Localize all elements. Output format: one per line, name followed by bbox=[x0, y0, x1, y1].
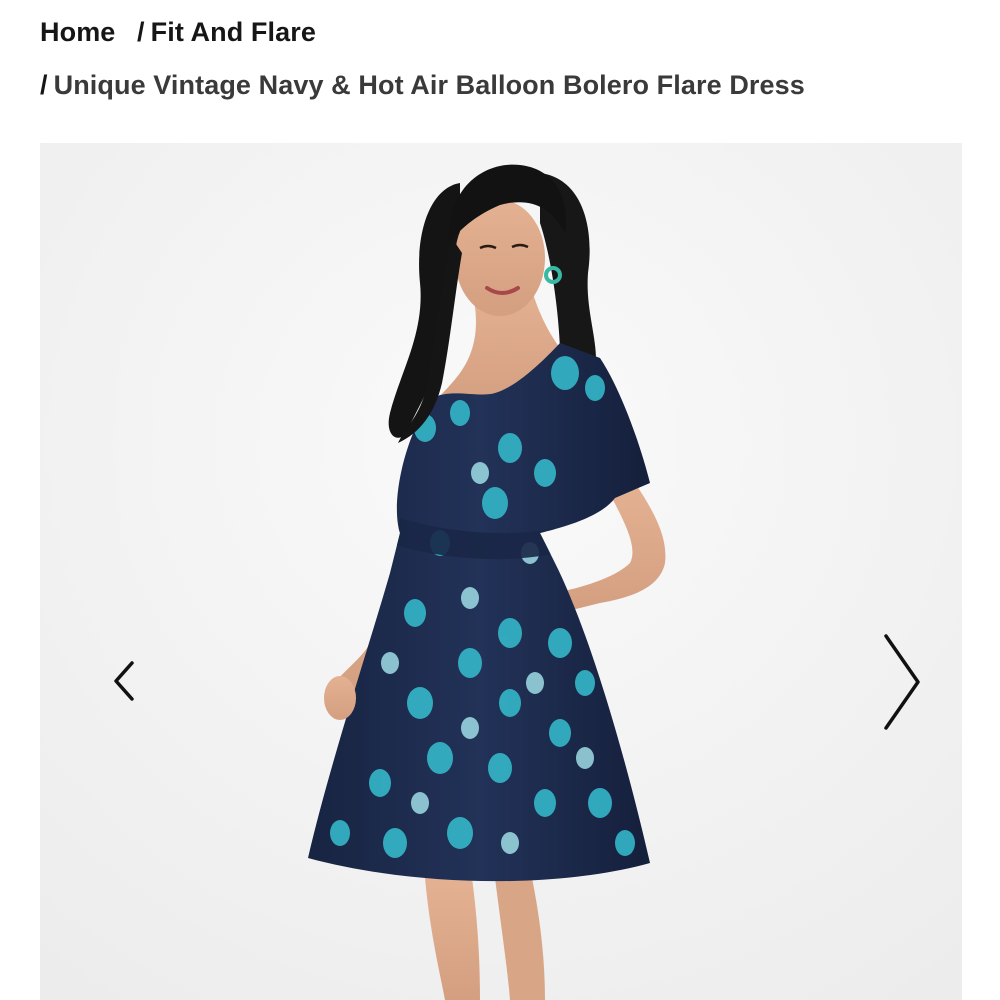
breadcrumb-home-link[interactable]: Home bbox=[40, 17, 115, 47]
previous-image-button[interactable] bbox=[110, 659, 140, 703]
breadcrumb-separator: / bbox=[137, 17, 145, 47]
breadcrumb-current-page: Unique Vintage Navy & Hot Air Balloon Bo… bbox=[53, 70, 805, 100]
breadcrumb-item-home: Home bbox=[40, 17, 115, 47]
breadcrumb-item-category: / Fit And Flare bbox=[123, 17, 316, 47]
next-image-button[interactable] bbox=[880, 632, 924, 732]
breadcrumb-category-link[interactable]: Fit And Flare bbox=[151, 17, 316, 47]
breadcrumb-item-current: / Unique Vintage Navy & Hot Air Balloon B… bbox=[40, 70, 805, 100]
chevron-left-icon bbox=[114, 661, 134, 701]
product-photo bbox=[40, 143, 962, 1000]
breadcrumb: Home / Fit And Flare / Unique Vintage Navy… bbox=[40, 6, 960, 112]
product-image-gallery bbox=[40, 143, 962, 1000]
breadcrumb-separator: / bbox=[40, 70, 48, 100]
chevron-right-icon bbox=[884, 634, 920, 730]
